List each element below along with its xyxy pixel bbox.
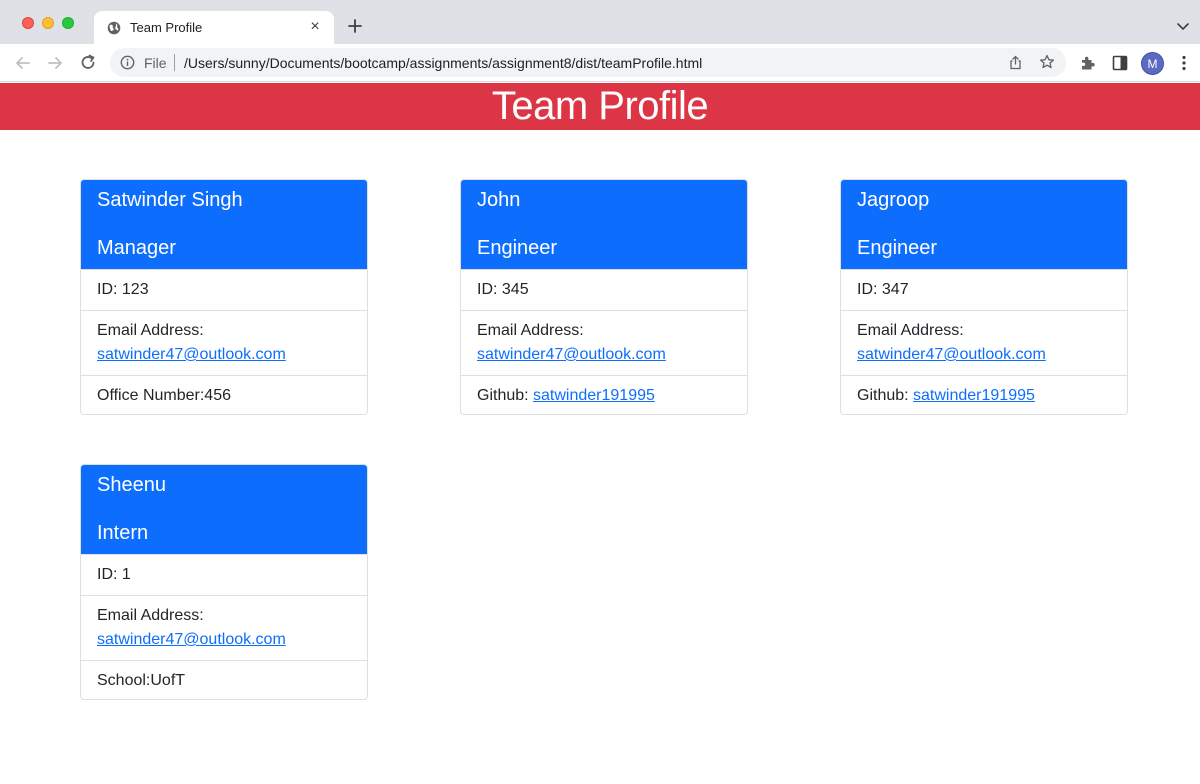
tab-close-icon[interactable]: ×: [306, 18, 324, 36]
card-header: Satwinder Singh Manager: [81, 180, 367, 269]
github-label: Github:: [477, 387, 534, 404]
github-link[interactable]: satwinder191995: [533, 387, 655, 404]
email-label: Email Address:: [97, 607, 204, 624]
email-link[interactable]: satwinder47@outlook.com: [857, 346, 1046, 363]
github-label: Github:: [857, 387, 914, 404]
employee-role: Manager: [97, 237, 176, 259]
profile-avatar[interactable]: M: [1141, 52, 1164, 75]
employee-role: Intern: [97, 522, 149, 544]
reload-icon[interactable]: [78, 53, 98, 73]
employee-card: Sheenu Intern ID: 1 Email Address: satwi…: [80, 464, 368, 700]
chevron-down-icon[interactable]: [1176, 19, 1190, 33]
office-number: Office Number:456: [81, 375, 367, 414]
github-link[interactable]: satwinder191995: [913, 387, 1035, 404]
minimize-window-button[interactable]: [42, 17, 54, 29]
employee-name: Jagroop: [857, 189, 930, 211]
bookmark-star-icon[interactable]: [1039, 54, 1055, 70]
browser-toolbar: File /Users/sunny/Documents/bootcamp/ass…: [0, 44, 1200, 82]
office-number-label: Office Number:456: [97, 387, 231, 404]
employee-email-item: Email Address: satwinder47@outlook.com: [841, 310, 1127, 375]
employee-role: Engineer: [857, 237, 938, 259]
github-item: Github: satwinder191995: [461, 375, 747, 414]
employee-card: Satwinder Singh Manager ID: 123 Email Ad…: [80, 179, 368, 415]
email-label: Email Address:: [97, 322, 204, 339]
github-item: Github: satwinder191995: [841, 375, 1127, 414]
side-panel-icon[interactable]: [1111, 54, 1129, 72]
school-item: School:UofT: [81, 660, 367, 699]
employee-card: Jagroop Engineer ID: 347 Email Address: …: [840, 179, 1128, 415]
more-menu-icon[interactable]: [1177, 54, 1191, 72]
employee-id: ID: 345: [461, 269, 747, 310]
employee-id: ID: 123: [81, 269, 367, 310]
browser-tab[interactable]: Team Profile ×: [94, 11, 334, 44]
school-label: School:UofT: [97, 672, 186, 689]
employee-card: John Engineer ID: 345 Email Address: sat…: [460, 179, 748, 415]
card-header: John Engineer: [461, 180, 747, 269]
email-label: Email Address:: [477, 322, 584, 339]
close-window-button[interactable]: [22, 17, 34, 29]
email-link[interactable]: satwinder47@outlook.com: [97, 346, 286, 363]
card-header: Sheenu Intern: [81, 465, 367, 554]
employee-id: ID: 347: [841, 269, 1127, 310]
url-separator: [174, 54, 175, 71]
forward-arrow-icon[interactable]: [45, 53, 65, 73]
url-text[interactable]: /Users/sunny/Documents/bootcamp/assignme…: [184, 55, 702, 71]
employee-email-item: Email Address: satwinder47@outlook.com: [461, 310, 747, 375]
globe-icon: [107, 21, 121, 35]
employee-role: Engineer: [477, 237, 558, 259]
employee-name: Sheenu: [97, 474, 166, 496]
new-tab-icon[interactable]: [345, 16, 365, 36]
back-arrow-icon[interactable]: [13, 53, 33, 73]
info-icon[interactable]: [120, 55, 135, 70]
card-header: Jagroop Engineer: [841, 180, 1127, 269]
zoom-window-button[interactable]: [62, 17, 74, 29]
employee-id: ID: 1: [81, 554, 367, 595]
employee-email-item: Email Address: satwinder47@outlook.com: [81, 595, 367, 660]
employee-name: John: [477, 189, 521, 211]
employee-name: Satwinder Singh: [97, 189, 243, 211]
tab-title: Team Profile: [130, 20, 203, 35]
email-link[interactable]: satwinder47@outlook.com: [477, 346, 666, 363]
page-title: Team Profile: [491, 84, 709, 128]
address-bar[interactable]: File /Users/sunny/Documents/bootcamp/ass…: [110, 48, 1066, 77]
page-banner: Team Profile: [0, 83, 1200, 130]
browser-tabstrip: Team Profile ×: [0, 0, 1200, 44]
extensions-puzzle-icon[interactable]: [1079, 54, 1097, 72]
page-content: Team Profile Satwinder Singh Manager ID:…: [0, 83, 1200, 784]
email-link[interactable]: satwinder47@outlook.com: [97, 631, 286, 648]
email-label: Email Address:: [857, 322, 964, 339]
employee-email-item: Email Address: satwinder47@outlook.com: [81, 310, 367, 375]
share-icon[interactable]: [1008, 55, 1023, 70]
url-scheme-label: File: [144, 55, 167, 71]
